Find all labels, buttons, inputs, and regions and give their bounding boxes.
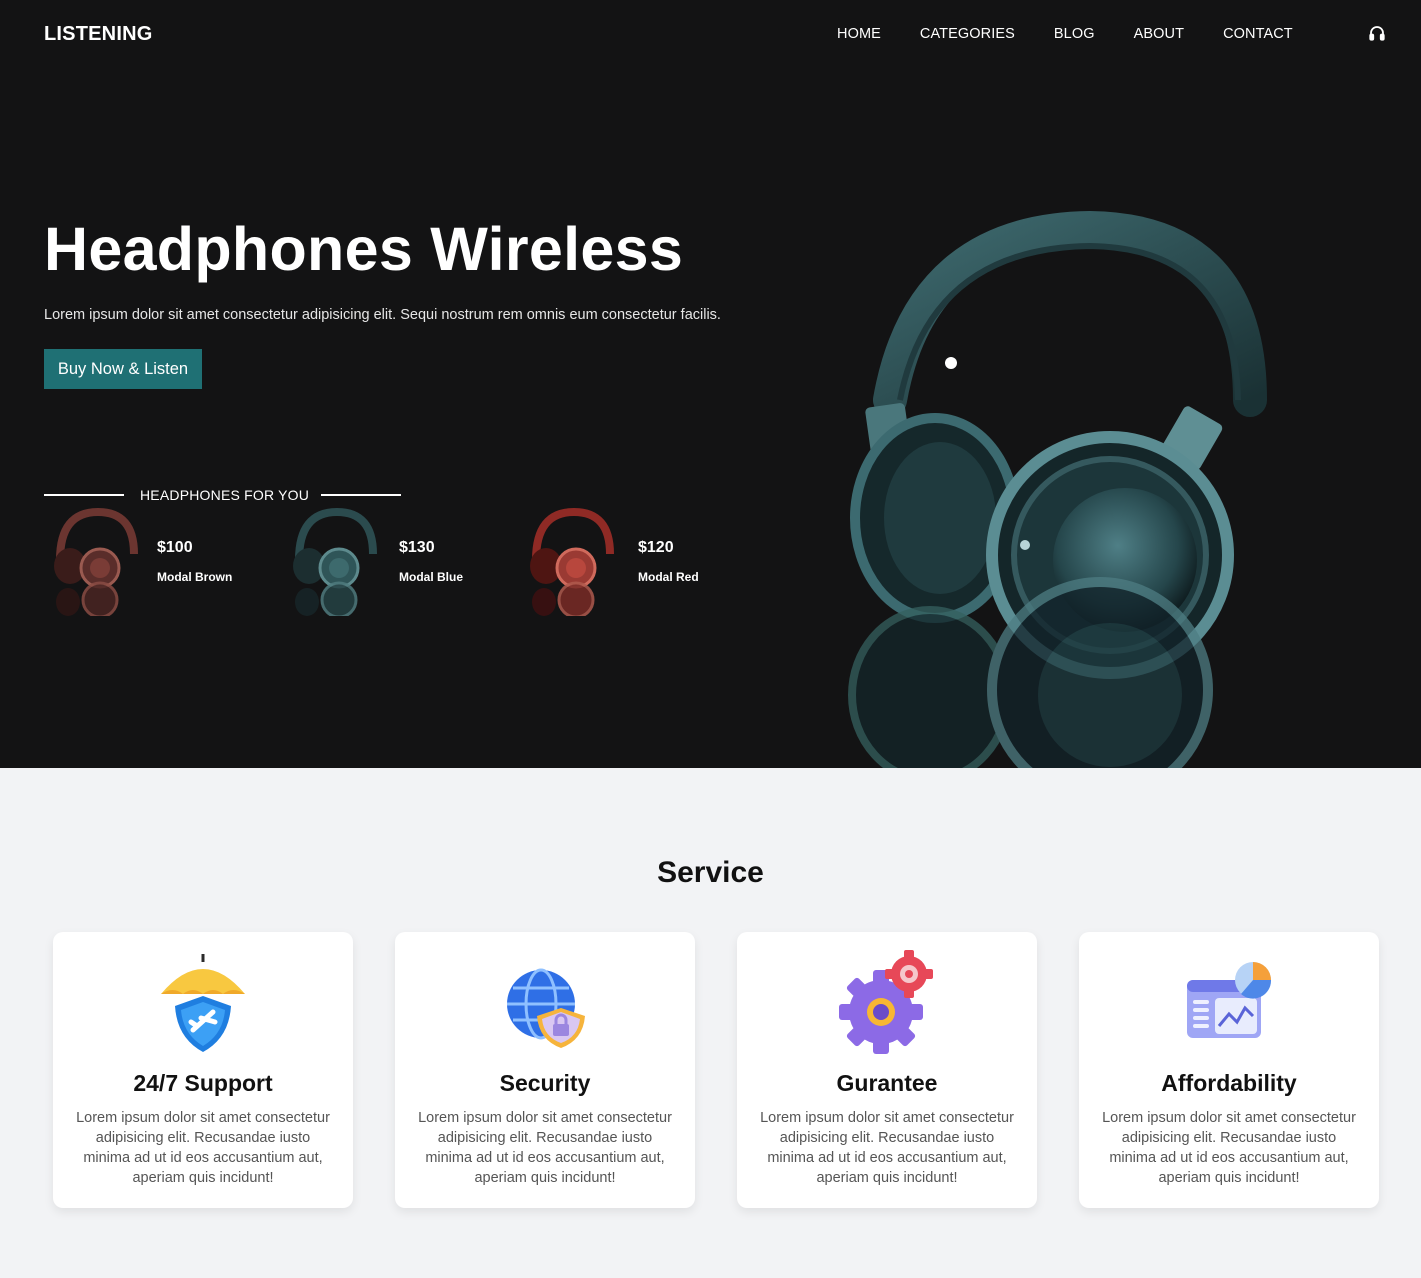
- product-price: $130: [399, 539, 435, 556]
- product-name: Modal Blue: [399, 570, 464, 584]
- headphones-brown-image: [54, 507, 138, 616]
- divider-right: [321, 494, 401, 496]
- headphones-red-image: [530, 507, 614, 616]
- product-name: Modal Red: [638, 570, 699, 584]
- product-card-red[interactable]: $120 Modal Red: [524, 504, 724, 616]
- divider-left: [44, 494, 124, 496]
- service-card-text: Lorem ipsum dolor sit amet consectetur a…: [1102, 1110, 1356, 1186]
- headphones-for-you-heading: HEADPHONES FOR YOU: [44, 486, 404, 504]
- service-card-support: 24/7 Support Lorem ipsum dolor sit amet …: [53, 932, 353, 1208]
- nav-link-about[interactable]: ABOUT: [1134, 26, 1184, 42]
- product-price: $120: [638, 539, 674, 556]
- service-card-title: Security: [499, 1070, 591, 1096]
- site-logo[interactable]: LISTENING: [44, 23, 152, 46]
- product-price: $100: [157, 539, 193, 556]
- service-card-title: Affordability: [1161, 1070, 1297, 1096]
- analytics-dashboard-icon: [1187, 962, 1272, 1038]
- service-card-title: Gurantee: [836, 1070, 938, 1096]
- nav-link-blog[interactable]: BLOG: [1054, 26, 1095, 42]
- hero-section: LISTENING HOME CATEGORIES BLOG ABOUT CON…: [0, 0, 1421, 768]
- product-card-brown[interactable]: $100 Modal Brown: [48, 504, 248, 616]
- service-card-security: Security Lorem ipsum dolor sit amet cons…: [395, 932, 695, 1208]
- globe-lock-icon: [507, 968, 585, 1048]
- main-menu: HOME CATEGORIES BLOG ABOUT CONTACT: [837, 26, 1332, 42]
- product-name: Modal Brown: [157, 570, 233, 584]
- service-card-text: Lorem ipsum dolor sit amet consectetur a…: [418, 1110, 672, 1186]
- product-card-blue[interactable]: $130 Modal Blue: [287, 504, 487, 616]
- nav-link-home[interactable]: HOME: [837, 26, 881, 42]
- hero-headphones-image: [848, 210, 1267, 768]
- headphones-blue-image: [293, 507, 377, 616]
- hero-subtitle: Lorem ipsum dolor sit amet consectetur a…: [44, 307, 721, 323]
- gears-icon: [839, 950, 933, 1054]
- service-card-text: Lorem ipsum dolor sit amet consectetur a…: [760, 1110, 1014, 1186]
- nav-link-categories[interactable]: CATEGORIES: [920, 26, 1015, 42]
- service-card-text: Lorem ipsum dolor sit amet consectetur a…: [76, 1110, 330, 1186]
- hero-title: Headphones Wireless: [44, 215, 684, 283]
- top-navbar: LISTENING HOME CATEGORIES BLOG ABOUT CON…: [0, 0, 1421, 68]
- service-title: Service: [657, 856, 764, 889]
- nav-link-contact[interactable]: CONTACT: [1223, 26, 1293, 42]
- section-label: HEADPHONES FOR YOU: [140, 487, 310, 503]
- buy-now-button[interactable]: Buy Now & Listen: [44, 349, 202, 389]
- service-card-guarantee: Gurantee Lorem ipsum dolor sit amet cons…: [737, 932, 1037, 1208]
- service-card-title: 24/7 Support: [133, 1070, 273, 1096]
- service-card-affordability: Affordability Lorem ipsum dolor sit amet…: [1079, 932, 1379, 1208]
- umbrella-shield-icon: [161, 954, 245, 1052]
- headphones-icon[interactable]: [1368, 24, 1386, 42]
